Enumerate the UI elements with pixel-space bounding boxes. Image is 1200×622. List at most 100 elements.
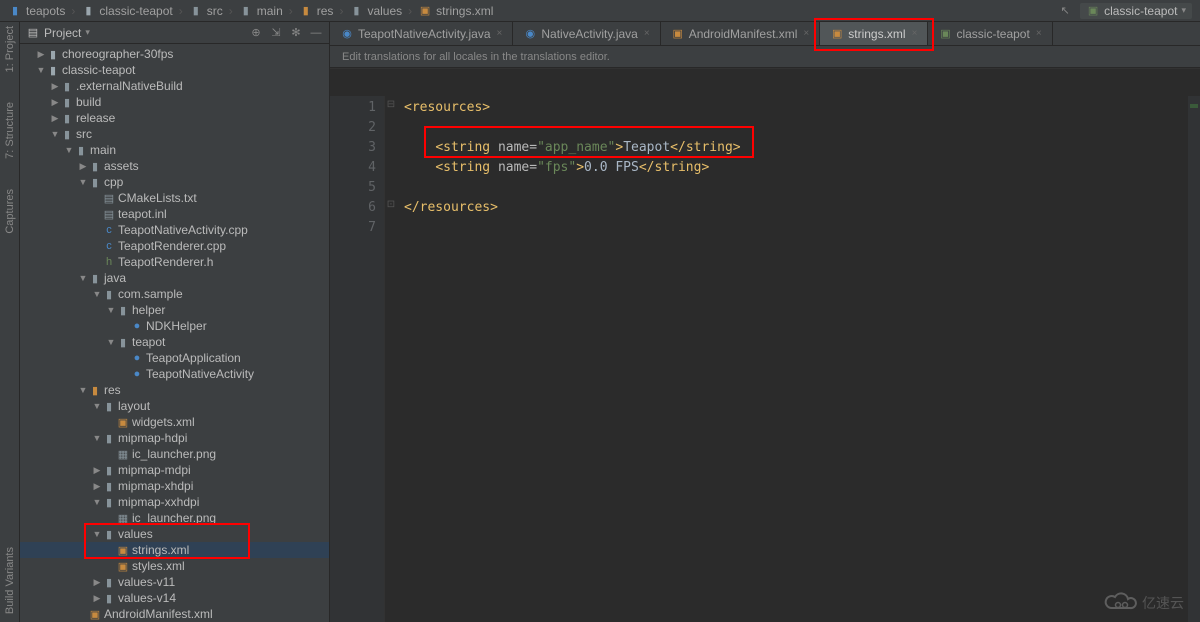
line-number[interactable]: 6 bbox=[330, 198, 376, 218]
tree-node[interactable]: ▶▮mipmap-mdpi bbox=[20, 462, 329, 478]
tree-arrow-icon[interactable]: · bbox=[92, 225, 102, 235]
strip-build-variants[interactable]: Build Variants bbox=[4, 547, 16, 614]
breadcrumb-item[interactable]: ▮teapots bbox=[8, 4, 65, 18]
tree-arrow-icon[interactable]: · bbox=[106, 449, 116, 459]
collapse-all-icon[interactable]: ⇲ bbox=[269, 26, 283, 40]
tree-arrow-icon[interactable]: ▼ bbox=[78, 177, 88, 187]
scroll-from-source-icon[interactable]: ⊕ bbox=[249, 26, 263, 40]
tab-close-icon[interactable]: × bbox=[644, 28, 650, 39]
editor-tab[interactable]: ◉NativeActivity.java× bbox=[513, 22, 660, 45]
tree-node[interactable]: ·hTeapotRenderer.h bbox=[20, 254, 329, 270]
tree-node[interactable]: ·●TeapotApplication bbox=[20, 350, 329, 366]
fold-marker-icon[interactable]: ⊟ bbox=[385, 98, 397, 110]
tree-arrow-icon[interactable]: · bbox=[106, 513, 116, 523]
tree-node[interactable]: ▼▮res bbox=[20, 382, 329, 398]
tree-node[interactable]: ·▦ic_launcher.png bbox=[20, 510, 329, 526]
code-line[interactable]: </resources> bbox=[404, 198, 1200, 218]
tree-node[interactable]: ▼▮mipmap-hdpi bbox=[20, 430, 329, 446]
tree-node[interactable]: ·▣AndroidManifest.xml bbox=[20, 606, 329, 622]
line-number[interactable]: 7 bbox=[330, 218, 376, 238]
breadcrumb-item[interactable]: ▮src bbox=[189, 4, 223, 18]
project-view-dropdown[interactable]: ▾ bbox=[85, 27, 90, 38]
editor-tab[interactable]: ▣AndroidManifest.xml× bbox=[661, 22, 821, 45]
tree-node[interactable]: ▼▮mipmap-xxhdpi bbox=[20, 494, 329, 510]
code-line[interactable]: <string name="app_name">Teapot</string> bbox=[404, 138, 1200, 158]
tree-node[interactable]: ·●NDKHelper bbox=[20, 318, 329, 334]
tree-node[interactable]: ·cTeapotRenderer.cpp bbox=[20, 238, 329, 254]
breadcrumb-item[interactable]: ▣strings.xml bbox=[418, 4, 493, 18]
tree-node[interactable]: ▼▮java bbox=[20, 270, 329, 286]
strip-structure[interactable]: 7: Structure bbox=[4, 102, 16, 159]
tree-node[interactable]: ▼▮com.sample bbox=[20, 286, 329, 302]
tree-node[interactable]: ▼▮helper bbox=[20, 302, 329, 318]
tree-node[interactable]: ·▣styles.xml bbox=[20, 558, 329, 574]
tree-node[interactable]: ▶▮values-v11 bbox=[20, 574, 329, 590]
tree-arrow-icon[interactable]: · bbox=[120, 321, 130, 331]
tree-arrow-icon[interactable]: ▼ bbox=[50, 129, 60, 139]
tab-close-icon[interactable]: × bbox=[912, 28, 918, 39]
tree-node[interactable]: ·▣widgets.xml bbox=[20, 414, 329, 430]
code-line[interactable]: <string name="fps">0.0 FPS</string> bbox=[404, 158, 1200, 178]
editor-tab[interactable]: ▣classic-teapot× bbox=[928, 22, 1052, 45]
code-line[interactable] bbox=[404, 218, 1200, 238]
tree-arrow-icon[interactable]: · bbox=[106, 545, 116, 555]
code-line[interactable]: <resources> bbox=[404, 98, 1200, 118]
tree-arrow-icon[interactable]: ▼ bbox=[78, 385, 88, 395]
tab-close-icon[interactable]: × bbox=[803, 28, 809, 39]
gear-icon[interactable]: ✻ bbox=[289, 26, 303, 40]
tree-node[interactable]: ▼▮classic-teapot bbox=[20, 62, 329, 78]
line-number[interactable]: 5 bbox=[330, 178, 376, 198]
tree-arrow-icon[interactable]: · bbox=[78, 609, 88, 619]
tree-arrow-icon[interactable]: ▶ bbox=[50, 97, 60, 108]
tree-arrow-icon[interactable]: ▶ bbox=[92, 465, 102, 476]
line-number[interactable]: 2 bbox=[330, 118, 376, 138]
tab-close-icon[interactable]: × bbox=[497, 28, 503, 39]
tree-node[interactable]: ▶▮.externalNativeBuild bbox=[20, 78, 329, 94]
tree-node[interactable]: ▶▮release bbox=[20, 110, 329, 126]
tree-arrow-icon[interactable]: ▶ bbox=[78, 161, 88, 172]
tree-arrow-icon[interactable]: ▼ bbox=[92, 401, 102, 411]
strip-project[interactable]: 1: Project bbox=[4, 26, 16, 72]
code-line[interactable] bbox=[404, 178, 1200, 198]
breadcrumb-item[interactable]: ▮values bbox=[349, 4, 402, 18]
fold-column[interactable]: ⊟⊡ bbox=[384, 96, 398, 622]
error-stripe[interactable] bbox=[1188, 96, 1200, 622]
editor-tab[interactable]: ▣strings.xml× bbox=[820, 22, 928, 45]
run-config-selector[interactable]: ▣ classic-teapot ▾ bbox=[1080, 3, 1192, 19]
tree-arrow-icon[interactable]: · bbox=[92, 241, 102, 251]
tree-node[interactable]: ·●TeapotNativeActivity bbox=[20, 366, 329, 382]
tree-arrow-icon[interactable]: · bbox=[120, 369, 130, 379]
tree-node[interactable]: ·▤CMakeLists.txt bbox=[20, 190, 329, 206]
tree-arrow-icon[interactable]: ▶ bbox=[92, 593, 102, 604]
code-area[interactable]: <resources> <string name="app_name">Teap… bbox=[398, 96, 1200, 622]
tree-arrow-icon[interactable]: ▼ bbox=[106, 305, 116, 315]
tree-arrow-icon[interactable]: ▶ bbox=[92, 481, 102, 492]
fold-marker-icon[interactable]: ⊡ bbox=[385, 198, 397, 210]
tree-arrow-icon[interactable]: ▶ bbox=[36, 49, 46, 60]
tree-arrow-icon[interactable]: ▶ bbox=[50, 81, 60, 92]
tree-node[interactable]: ▶▮values-v14 bbox=[20, 590, 329, 606]
tree-node[interactable]: ▼▮values bbox=[20, 526, 329, 542]
tree-arrow-icon[interactable]: ▼ bbox=[92, 529, 102, 539]
tree-arrow-icon[interactable]: · bbox=[106, 417, 116, 427]
tree-arrow-icon[interactable]: · bbox=[92, 193, 102, 203]
project-tree[interactable]: ▶▮choreographer-30fps▼▮classic-teapot▶▮.… bbox=[20, 44, 329, 622]
tree-arrow-icon[interactable]: ▼ bbox=[92, 433, 102, 443]
line-number[interactable]: 4 bbox=[330, 158, 376, 178]
tree-node[interactable]: ▼▮src bbox=[20, 126, 329, 142]
editor-tab[interactable]: ◉TeapotNativeActivity.java× bbox=[330, 22, 513, 45]
tree-arrow-icon[interactable]: ▼ bbox=[92, 497, 102, 507]
tree-arrow-icon[interactable]: · bbox=[106, 561, 116, 571]
tree-arrow-icon[interactable]: ▶ bbox=[50, 113, 60, 124]
strip-captures[interactable]: Captures bbox=[4, 189, 16, 234]
tree-node[interactable]: ·▦ic_launcher.png bbox=[20, 446, 329, 462]
tree-node[interactable]: ▶▮assets bbox=[20, 158, 329, 174]
breadcrumb-item[interactable]: ▮classic-teapot bbox=[81, 4, 172, 18]
tree-arrow-icon[interactable]: · bbox=[92, 209, 102, 219]
change-marker[interactable] bbox=[1190, 104, 1198, 108]
tree-arrow-icon[interactable]: ▼ bbox=[106, 337, 116, 347]
tree-node[interactable]: ▶▮mipmap-xhdpi bbox=[20, 478, 329, 494]
tree-node[interactable]: ·cTeapotNativeActivity.cpp bbox=[20, 222, 329, 238]
tree-arrow-icon[interactable]: ▼ bbox=[64, 145, 74, 155]
search-icon[interactable]: ↖ bbox=[1058, 4, 1072, 18]
